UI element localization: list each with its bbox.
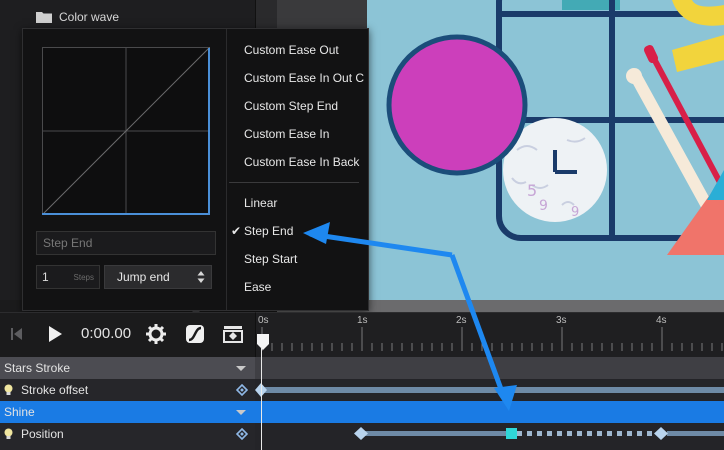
add-keyframe-icon[interactable] bbox=[236, 384, 248, 396]
track-position[interactable]: Position bbox=[0, 423, 255, 450]
track-name: Stars Stroke bbox=[4, 361, 71, 375]
track-shine[interactable]: Shine bbox=[0, 401, 255, 423]
menu-separator bbox=[229, 182, 359, 183]
menu-item-step-start[interactable]: Step Start bbox=[244, 252, 297, 272]
layer-name: Color wave bbox=[59, 10, 120, 24]
keyframe-diamond bbox=[354, 427, 368, 440]
track-name: Shine bbox=[4, 405, 35, 419]
artboard[interactable]: 5 9 9 bbox=[367, 0, 724, 300]
selected-keyframe bbox=[506, 428, 517, 439]
gear-icon[interactable] bbox=[145, 323, 167, 345]
artboard-illustration: 5 9 9 bbox=[367, 0, 724, 300]
svg-text:9: 9 bbox=[571, 205, 579, 220]
easing-name-input[interactable]: Step End bbox=[36, 231, 216, 255]
lightbulb-icon[interactable] bbox=[4, 384, 13, 396]
track-lane-stars-stroke[interactable] bbox=[255, 357, 724, 379]
steps-unit-label: Steps bbox=[73, 273, 94, 282]
menu-item-custom-step-end[interactable]: Custom Step End bbox=[244, 99, 338, 119]
menu-item-ease[interactable]: Ease bbox=[244, 280, 271, 300]
folder-icon bbox=[36, 12, 52, 23]
playback-toolbar: 0:00.00 bbox=[0, 312, 255, 357]
menu-item-custom-ease-in-out[interactable]: Custom Ease In Out C bbox=[244, 71, 364, 91]
popup-divider bbox=[226, 29, 227, 310]
steps-count-value: 1 bbox=[42, 270, 49, 284]
time-readout[interactable]: 0:00.00 bbox=[81, 325, 131, 342]
check-icon: ✔ bbox=[231, 224, 242, 238]
easing-popup: Step End 1 Steps Jump end Custom Ease Ou… bbox=[22, 28, 369, 311]
property-name: Stroke offset bbox=[21, 383, 89, 397]
menu-item-custom-ease-out[interactable]: Custom Ease Out bbox=[244, 43, 339, 63]
chevron-up-down-icon bbox=[197, 271, 205, 283]
skip-to-start-icon[interactable] bbox=[5, 323, 27, 345]
jump-mode-value: Jump end bbox=[117, 270, 170, 284]
stroke-offset-keyframes bbox=[255, 383, 724, 397]
lightbulb-icon[interactable] bbox=[4, 428, 13, 440]
menu-item-custom-ease-in-back[interactable]: Custom Ease In Back bbox=[244, 155, 359, 175]
layer-row-color-wave[interactable]: Color wave bbox=[0, 6, 255, 28]
keyframe-diamond bbox=[654, 427, 668, 440]
svg-text:5: 5 bbox=[527, 181, 537, 200]
play-icon[interactable] bbox=[44, 323, 66, 345]
steps-count-input[interactable]: 1 Steps bbox=[36, 265, 100, 289]
svg-text:9: 9 bbox=[539, 198, 548, 214]
track-lane-shine[interactable] bbox=[255, 401, 724, 423]
timeline-ruler[interactable]: 0s 1s 2s 3s 4s bbox=[255, 312, 724, 357]
menu-item-step-end[interactable]: Step End bbox=[244, 224, 293, 244]
chevron-down-icon[interactable] bbox=[236, 410, 246, 415]
jump-mode-select[interactable]: Jump end bbox=[104, 265, 212, 289]
menu-item-linear[interactable]: Linear bbox=[244, 196, 277, 216]
playhead-line bbox=[261, 347, 262, 450]
easing-curve-icon[interactable] bbox=[184, 323, 206, 345]
add-keyframe-icon[interactable] bbox=[236, 428, 248, 440]
track-lane-position[interactable] bbox=[255, 423, 724, 450]
app-window: Color wave 000 5 9 9 bbox=[0, 0, 724, 450]
menu-item-custom-ease-in[interactable]: Custom Ease In bbox=[244, 127, 329, 147]
chevron-down-icon[interactable] bbox=[236, 366, 246, 371]
easing-curve-graph[interactable] bbox=[42, 47, 210, 215]
position-keyframes bbox=[354, 427, 724, 440]
track-stroke-offset[interactable]: Stroke offset bbox=[0, 379, 255, 401]
keyframe-panel-icon[interactable] bbox=[222, 323, 244, 345]
playhead-handle[interactable] bbox=[256, 333, 270, 351]
property-name: Position bbox=[21, 427, 64, 441]
track-stars-stroke[interactable]: Stars Stroke bbox=[0, 357, 255, 379]
track-lane-stroke-offset[interactable] bbox=[255, 379, 724, 401]
ruler-ticks bbox=[261, 327, 723, 351]
